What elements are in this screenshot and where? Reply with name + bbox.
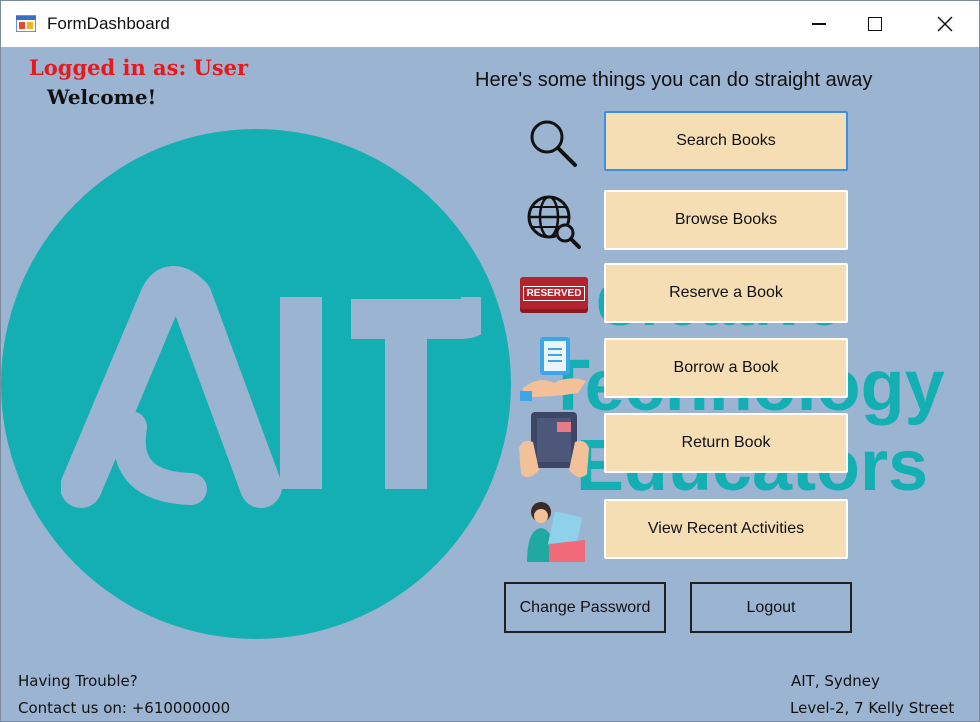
- contact-label: Contact us on: +610000000: [18, 699, 231, 717]
- borrow-book-button[interactable]: Borrow a Book: [604, 338, 848, 398]
- maximize-button[interactable]: [843, 1, 907, 47]
- having-trouble-label: Having Trouble?: [18, 672, 138, 690]
- minimize-button[interactable]: [787, 1, 851, 47]
- title-bar[interactable]: FormDashboard: [1, 1, 979, 47]
- dashboard-content: Creative Technology Educators Logged in …: [1, 47, 979, 721]
- reserved-stamp-icon: RESERVED: [516, 273, 592, 313]
- minimize-icon: [812, 23, 826, 25]
- browse-books-button[interactable]: Browse Books: [604, 190, 848, 250]
- globe-search-icon: [521, 191, 585, 251]
- hand-book-icon: [516, 333, 592, 405]
- search-icon: [521, 113, 585, 173]
- welcome-label: Welcome!: [47, 85, 157, 109]
- logout-button[interactable]: Logout: [690, 582, 852, 633]
- app-icon: [16, 15, 36, 32]
- person-activity-icon: [516, 495, 592, 565]
- ait-logo-letters: [61, 266, 481, 508]
- close-button[interactable]: [913, 1, 977, 47]
- location-city-label: AIT, Sydney: [791, 672, 880, 690]
- maximize-icon: [868, 17, 882, 31]
- change-password-button[interactable]: Change Password: [504, 582, 666, 633]
- logged-in-label: Logged in as: User: [29, 55, 249, 80]
- hands-book-icon: [516, 407, 592, 483]
- return-book-button[interactable]: Return Book: [604, 413, 848, 473]
- page-heading: Here's some things you can do straight a…: [475, 69, 873, 91]
- search-books-button[interactable]: Search Books: [604, 111, 848, 171]
- form-dashboard-window: FormDashboard Creative Technology Educat…: [0, 0, 980, 722]
- view-recent-activities-button[interactable]: View Recent Activities: [604, 499, 848, 559]
- window-title: FormDashboard: [47, 14, 170, 33]
- reserve-book-button[interactable]: Reserve a Book: [604, 263, 848, 323]
- close-icon: [937, 16, 953, 32]
- address-label: Level-2, 7 Kelly Street: [790, 699, 955, 717]
- reserved-stamp-text: RESERVED: [522, 285, 586, 301]
